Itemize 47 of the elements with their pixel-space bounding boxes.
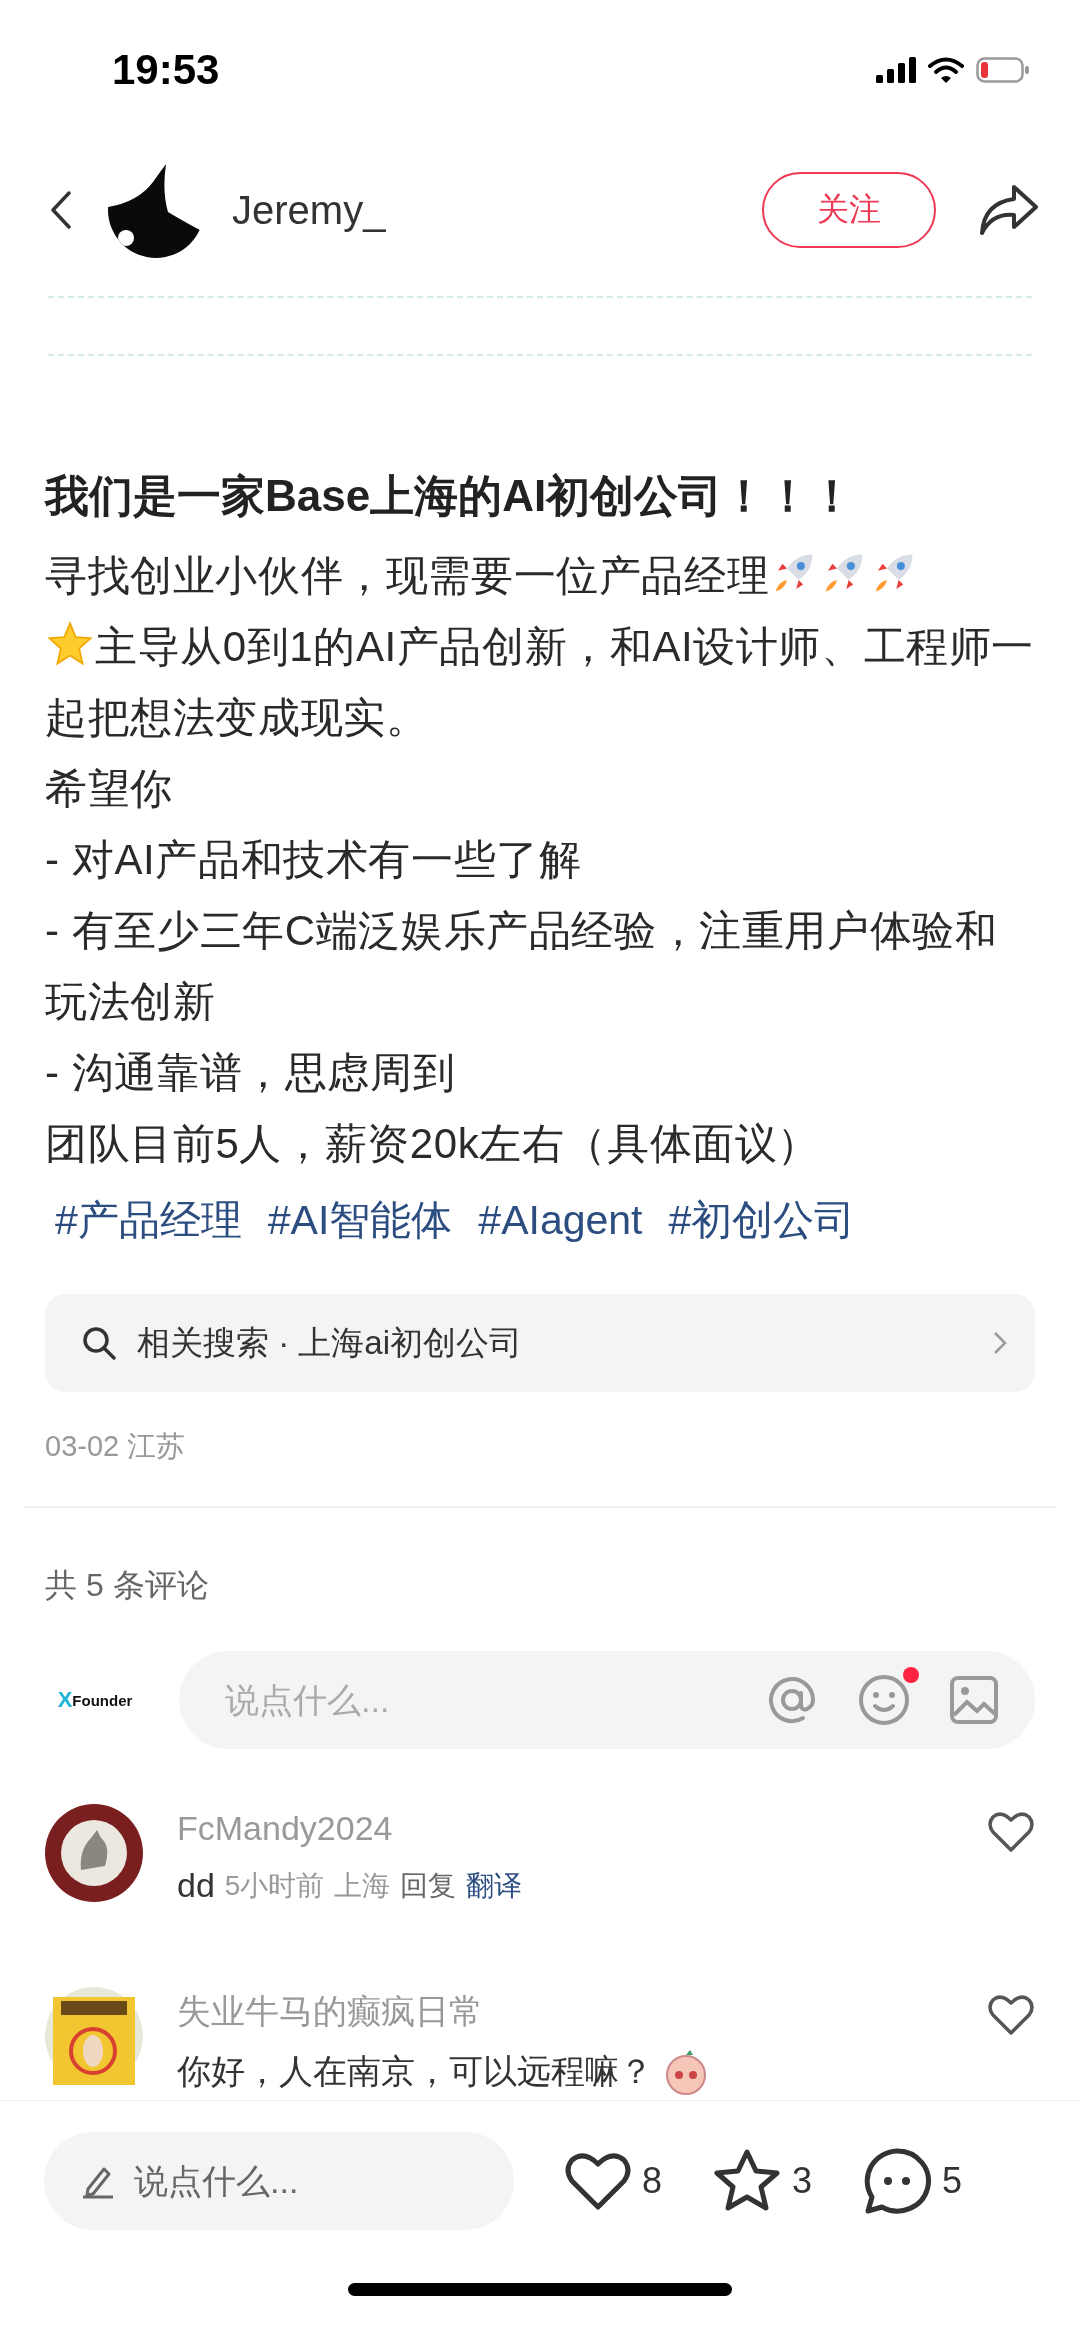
comment-count: 共 5 条评论 xyxy=(45,1566,210,1605)
post-title: 我们是一家Base上海的AI初创公司！！！ xyxy=(45,470,856,522)
like-icon[interactable] xyxy=(564,2150,632,2212)
follow-button[interactable]: 关注 xyxy=(762,172,936,248)
post-paragraph: - 有至少三年C端泛娱乐产品经验，注重用户体验和玩法创新 xyxy=(45,906,999,1027)
comment-input[interactable]: 说点什么... xyxy=(223,1679,727,1721)
comment-location: 上海 xyxy=(334,1868,391,1903)
like-icon[interactable] xyxy=(987,1993,1035,2037)
post-paragraph: 寻找创业小伙伴，现需要一位产品经理 xyxy=(45,540,1035,611)
post-paragraph: - 沟通靠谱，思虑周到 xyxy=(45,1048,457,1098)
wifi-icon xyxy=(928,57,964,83)
share-icon[interactable] xyxy=(978,183,1040,237)
hashtag-link[interactable]: #产品经理 xyxy=(55,1185,242,1256)
comment-time: 5小时前 xyxy=(224,1868,325,1903)
comment-bar[interactable]: 说点什么... xyxy=(179,1651,1035,1749)
search-icon xyxy=(81,1325,117,1361)
like-icon[interactable] xyxy=(987,1810,1035,1854)
xfounder-logo: XFounder xyxy=(56,1686,134,1714)
back-icon[interactable] xyxy=(50,190,72,230)
hashtag-link[interactable]: #初创公司 xyxy=(668,1185,856,1256)
emoji-icon[interactable] xyxy=(857,1673,911,1727)
hashtag-link[interactable]: #AIagent xyxy=(478,1185,643,1256)
star-icon xyxy=(47,621,93,667)
signal-icon xyxy=(876,57,916,83)
related-search-bar[interactable]: 相关搜索 · 上海ai初创公司 xyxy=(45,1294,1035,1392)
comment-count: 5 xyxy=(942,2160,963,2202)
comment-icon[interactable] xyxy=(862,2147,933,2215)
comment-text: dd xyxy=(177,1866,215,1905)
post-paragraph: 主导从0到1的AI产品创新，和AI设计师、工程师一起把想法变成现实。 xyxy=(45,620,1035,743)
battery-icon xyxy=(976,57,1030,83)
post-date-location: 03-02 江苏 xyxy=(45,1429,187,1464)
related-search-text: 相关搜索 · 上海ai初创公司 xyxy=(137,1322,523,1363)
reply-link[interactable]: 回复 xyxy=(400,1866,457,1905)
status-time: 19:53 xyxy=(112,46,220,94)
image-icon[interactable] xyxy=(949,1675,999,1725)
hashtag-link[interactable]: #AI智能体 xyxy=(267,1185,453,1256)
post-paragraph: 希望你 xyxy=(45,764,174,814)
post-paragraph: - 对AI产品和技术有一些了解 xyxy=(45,835,583,885)
translate-link[interactable]: 翻译 xyxy=(466,1866,523,1905)
comment-input[interactable]: 说点什么... xyxy=(132,2160,484,2202)
username[interactable]: Jeremy_ xyxy=(232,187,734,233)
like-count: 8 xyxy=(642,2160,663,2202)
comment-text: 你好，人在南京，可以远程嘛？ xyxy=(177,2051,653,2092)
chevron-right-icon xyxy=(993,1331,1007,1355)
favorite-count: 3 xyxy=(792,2160,813,2202)
post-paragraph: 团队目前5人，薪资20k左右（具体面议） xyxy=(45,1119,822,1169)
comment-bar[interactable]: 说点什么... xyxy=(44,2132,514,2230)
